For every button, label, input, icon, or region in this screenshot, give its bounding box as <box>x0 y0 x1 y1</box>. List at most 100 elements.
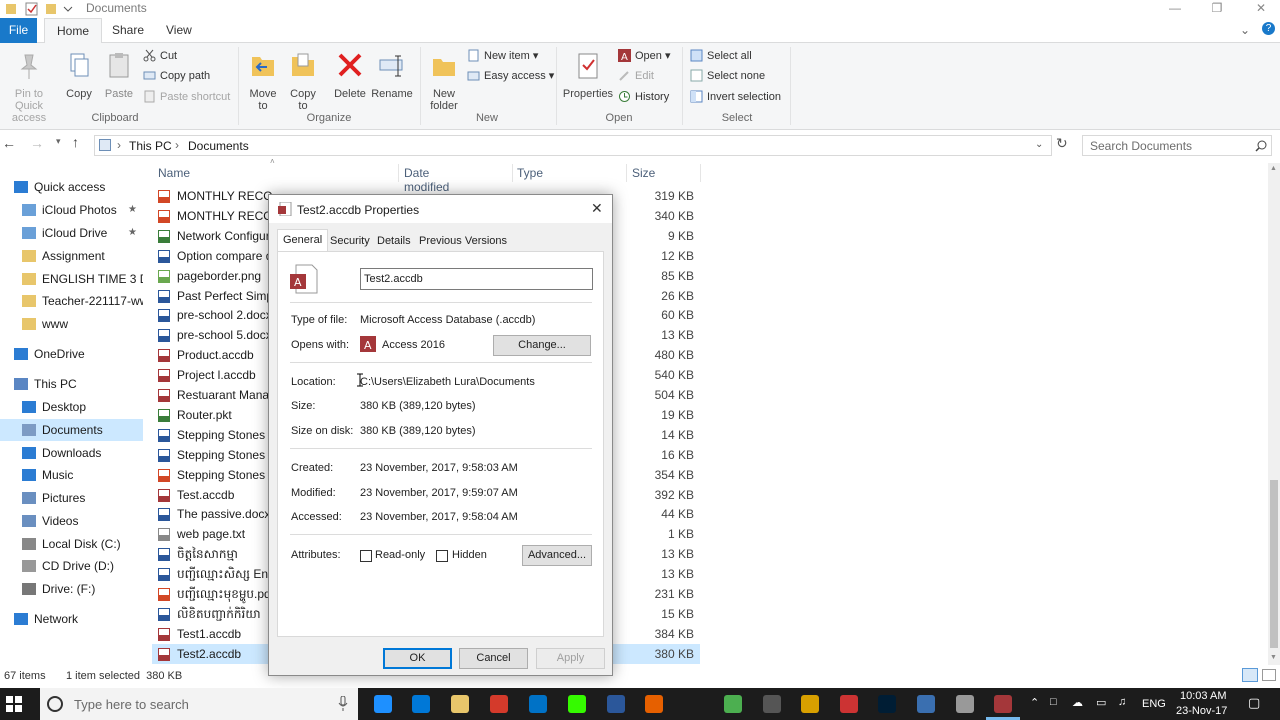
quick-toolbar-icons[interactable] <box>4 2 74 16</box>
windows-start-icon[interactable] <box>6 696 22 712</box>
show-hidden-icons-chevron-icon[interactable]: ⌃ <box>1030 696 1039 709</box>
tab-security[interactable]: Security <box>325 231 375 252</box>
scroll-up-arrow-icon[interactable]: ▲ <box>1270 165 1277 172</box>
up-arrow-icon[interactable]: ↑ <box>72 134 79 150</box>
sidebar-item[interactable]: ENGLISH TIME 3 DI: <box>0 268 143 290</box>
tab-share[interactable]: Share <box>100 18 156 43</box>
sidebar-item[interactable]: Local Disk (C:) <box>0 533 143 555</box>
outlook-icon[interactable] <box>529 695 547 713</box>
address-bar[interactable]: › This PC › Documents ⌄ <box>94 135 1052 156</box>
delete-button[interactable]: Delete <box>330 51 370 100</box>
copy-button[interactable]: Copy <box>62 51 96 100</box>
chrome-icon[interactable] <box>724 695 742 713</box>
cut-button[interactable]: Cut <box>143 46 177 66</box>
invert-selection-button[interactable]: Invert selection <box>690 87 781 107</box>
edge-icon[interactable] <box>374 695 392 713</box>
quick-access-toolbar[interactable] <box>4 2 74 19</box>
word-icon[interactable] <box>607 695 625 713</box>
paste-button[interactable]: Paste <box>102 51 136 100</box>
pin-to-quick-access-button[interactable]: Pin to Quick access <box>0 51 58 124</box>
sidebar-item[interactable]: Desktop <box>0 396 143 418</box>
onedrive-cloud-icon[interactable]: ☁ <box>1072 696 1083 709</box>
easy-access-button[interactable]: Easy access ▾ <box>467 66 554 86</box>
sidebar-item[interactable]: Videos <box>0 510 143 532</box>
clock-time[interactable]: 10:03 AM <box>1180 690 1226 702</box>
sidebar-item[interactable]: Assignment <box>0 245 143 267</box>
close-window-button[interactable]: ✕ <box>1238 0 1280 18</box>
cancel-button[interactable]: Cancel <box>459 648 528 669</box>
sidebar-item[interactable]: Pictures <box>0 487 143 509</box>
sidebar-item[interactable]: Music <box>0 464 143 486</box>
paste-shortcut-button[interactable]: Paste shortcut <box>143 87 230 107</box>
breadcrumb-documents[interactable]: Documents <box>188 139 249 153</box>
select-all-button[interactable]: Select all <box>690 46 752 66</box>
column-header-name[interactable]: Name <box>158 166 190 182</box>
back-arrow-icon[interactable]: ← <box>2 135 16 151</box>
column-header-date[interactable]: Date modified <box>404 166 449 194</box>
sidebar-item[interactable]: Teacher-221117-ww <box>0 290 143 312</box>
help-icon[interactable]: ? <box>1262 22 1275 35</box>
maximize-button[interactable]: ❐ <box>1194 0 1240 18</box>
microphone-icon[interactable] <box>338 696 348 712</box>
clock-date[interactable]: 23-Nov-17 <box>1176 705 1227 717</box>
app-icon[interactable] <box>917 695 935 713</box>
history-button[interactable]: History <box>618 87 669 107</box>
sidebar-item[interactable]: Downloads <box>0 442 143 464</box>
tab-general[interactable]: General <box>277 229 329 252</box>
sidebar-item[interactable]: iCloud Drive ★ <box>0 222 143 244</box>
apply-button[interactable]: Apply <box>536 648 605 669</box>
filename-input[interactable]: Test2.accdb <box>360 268 593 290</box>
breadcrumb-this-pc[interactable]: This PC <box>129 139 172 153</box>
tab-details[interactable]: Details <box>372 231 416 252</box>
copy-path-button[interactable]: Copy path <box>143 66 210 86</box>
sidebar-item[interactable]: This PC <box>0 373 143 395</box>
column-header-size[interactable]: Size <box>632 166 655 182</box>
refresh-icon[interactable]: ↻ <box>1056 135 1068 152</box>
acrobat-icon[interactable] <box>490 695 508 713</box>
search-input[interactable]: Search Documents <box>1082 135 1272 156</box>
scrollbar-thumb[interactable] <box>1270 480 1278 648</box>
battery-icon[interactable]: □ <box>1050 696 1057 708</box>
read-only-checkbox[interactable] <box>360 550 372 562</box>
app-icon[interactable] <box>801 695 819 713</box>
sidebar-item[interactable]: www <box>0 313 143 335</box>
sidebar-item[interactable]: Network <box>0 608 143 630</box>
edit-button[interactable]: Edit <box>618 66 654 86</box>
sidebar-item[interactable]: iCloud Photos ★ <box>0 199 143 221</box>
ribbon-collapse-chevron-icon[interactable]: ⌄ <box>1240 23 1250 37</box>
recent-locations-chevron-icon[interactable]: ▾ <box>56 136 61 147</box>
taskbar-search-box[interactable]: Type here to search <box>40 688 358 720</box>
open-button[interactable]: A Open ▾ <box>618 46 671 66</box>
address-dropdown-chevron-icon[interactable]: ⌄ <box>1035 139 1043 150</box>
language-indicator[interactable]: ENG <box>1142 698 1166 710</box>
new-item-button[interactable]: New item ▾ <box>467 46 538 66</box>
firefox-icon[interactable] <box>645 695 663 713</box>
hidden-checkbox[interactable] <box>436 550 448 562</box>
minimize-button[interactable]: — <box>1152 0 1198 18</box>
details-view-icon[interactable] <box>1242 668 1258 682</box>
tab-previous-versions[interactable]: Previous Versions <box>414 231 512 252</box>
advanced-button[interactable]: Advanced... <box>522 545 592 566</box>
tab-file[interactable]: File <box>0 18 37 43</box>
file-explorer-icon[interactable] <box>451 695 469 713</box>
forward-arrow-icon[interactable]: → <box>30 135 44 151</box>
sidebar-item[interactable]: Documents <box>0 419 143 441</box>
move-to-button[interactable]: Move to <box>244 51 282 112</box>
packet-tracer-icon[interactable] <box>763 695 781 713</box>
properties-button[interactable]: Properties <box>560 51 616 100</box>
select-none-button[interactable]: Select none <box>690 66 765 86</box>
new-folder-button[interactable]: New folder <box>424 51 464 112</box>
ok-button[interactable]: OK <box>383 648 452 669</box>
dreamweaver-icon[interactable] <box>568 695 586 713</box>
rename-button[interactable]: Rename <box>370 51 414 100</box>
change-button[interactable]: Change... <box>493 335 591 356</box>
tab-home[interactable]: Home <box>44 18 103 44</box>
access-icon[interactable] <box>994 695 1012 713</box>
action-center-icon[interactable]: ▢ <box>1248 695 1260 711</box>
sidebar-item[interactable]: OneDrive <box>0 343 143 365</box>
sidebar-item[interactable]: Quick access <box>0 176 143 198</box>
app-icon[interactable] <box>840 695 858 713</box>
tab-view[interactable]: View <box>154 18 204 43</box>
column-header-type[interactable]: Type <box>517 166 543 182</box>
dialog-close-icon[interactable]: ✕ <box>591 200 603 217</box>
